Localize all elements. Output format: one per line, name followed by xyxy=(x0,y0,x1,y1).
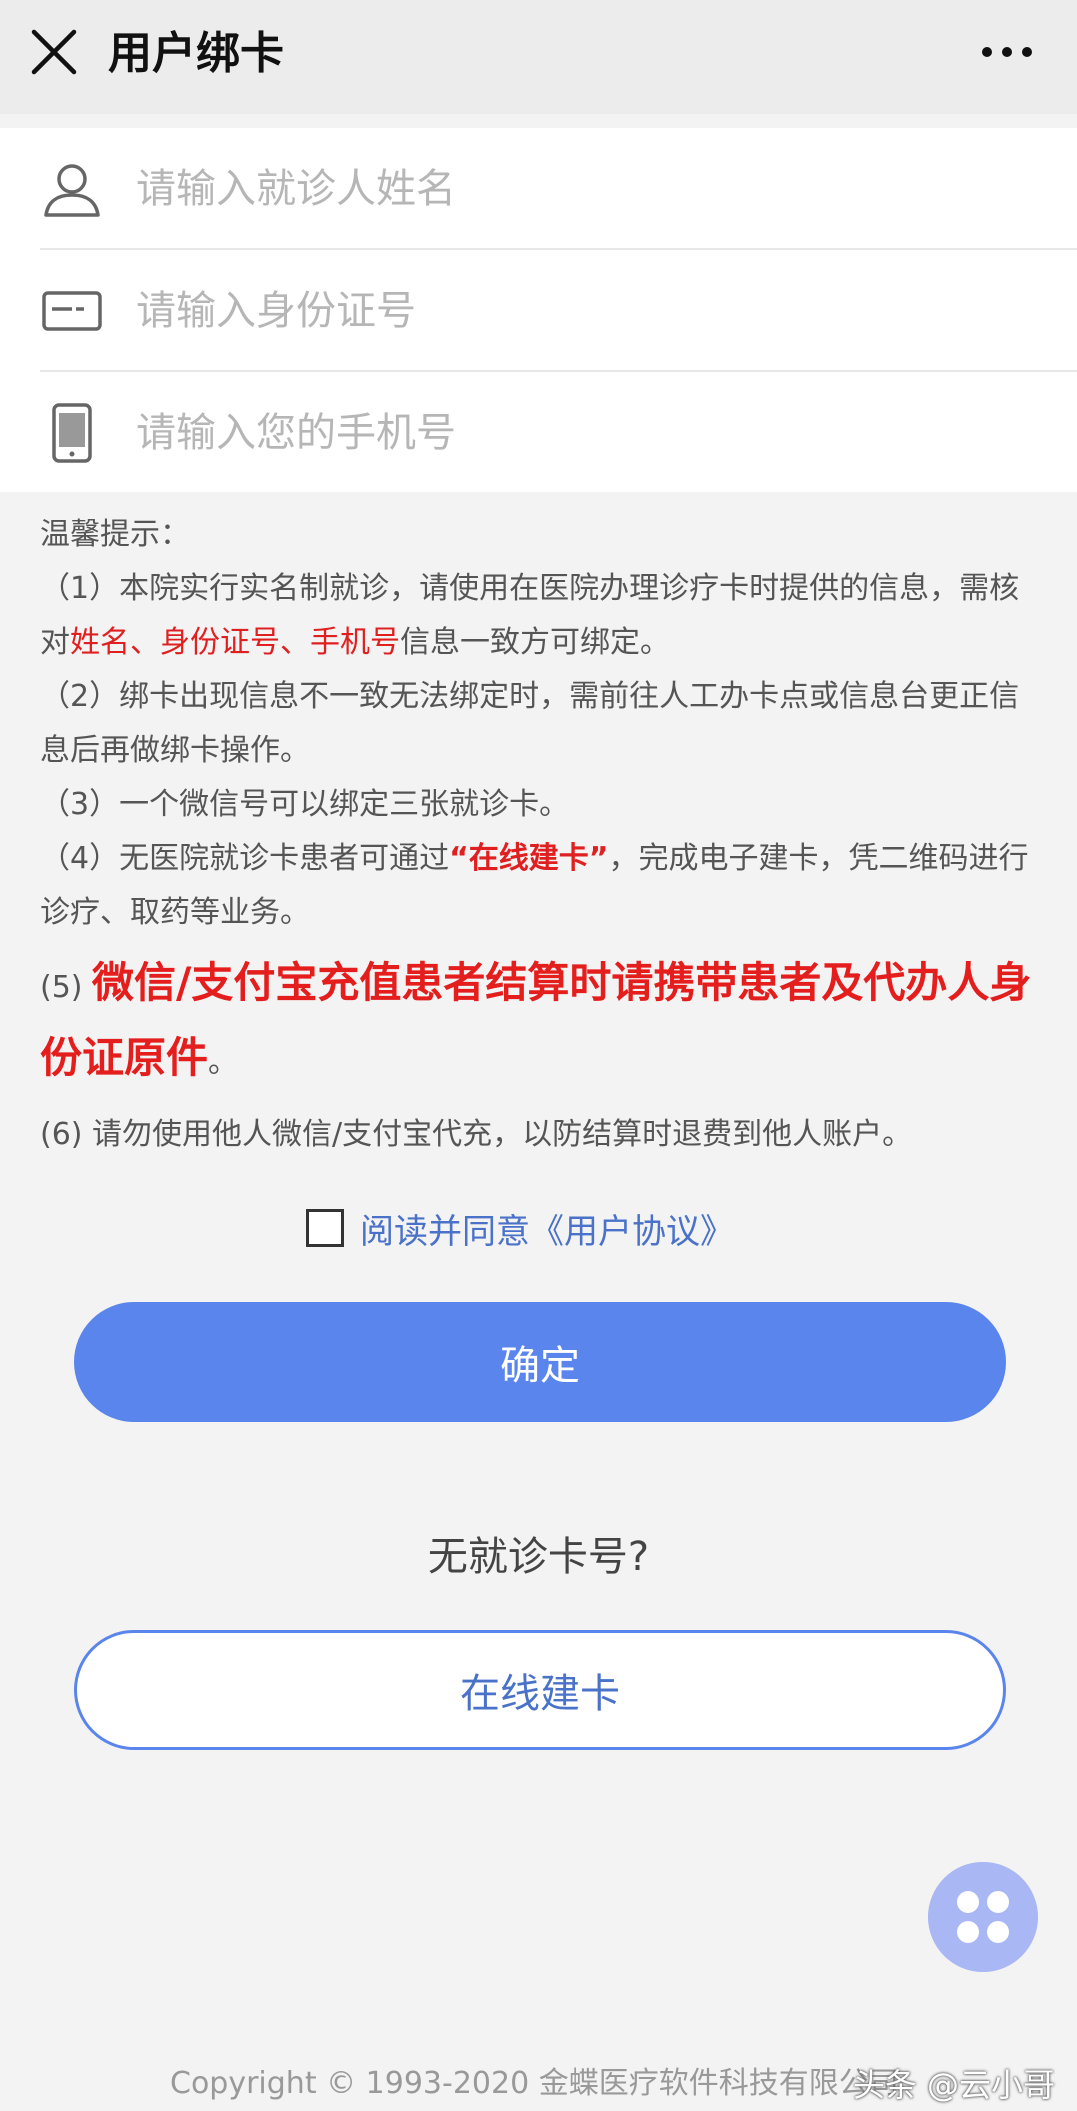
tips-heading: 温馨提示： xyxy=(40,517,190,552)
phone-icon xyxy=(52,403,92,463)
no-card-prompt: 无就诊卡号? xyxy=(427,1534,650,1580)
tip-highlight: 姓名、身份证号、手机号 xyxy=(70,625,400,660)
tip-item-6: (6) 请勿使用他人微信/支付宝代充，以防结算时退费到他人账户。 xyxy=(40,1117,913,1152)
tip-item-5: (5) 微信/支付宝充值患者结算时请携带患者及代办人身份证原件。 xyxy=(40,958,1032,1082)
tip-item-1: （1）本院实行实名制就诊，请使用在医院办理诊疗卡时提供的信息，需核对姓名、身份证… xyxy=(40,571,1020,660)
online-card-button[interactable]: 在线建卡 xyxy=(74,1630,1006,1750)
user-icon xyxy=(44,164,100,217)
id-row xyxy=(40,250,1077,372)
watermark: 头条 @云小哥 xyxy=(852,2066,1055,2104)
page-title: 用户绑卡 xyxy=(108,28,284,79)
copyright-text: Copyright © 1993-2020 金蝶医疗软件科技有限公司 xyxy=(170,2066,899,2101)
id-card-icon xyxy=(42,291,102,331)
phone-input[interactable] xyxy=(136,393,1077,473)
agreement-link[interactable]: 阅读并同意《用户协议》 xyxy=(360,1204,734,1253)
agreement-row: 阅读并同意《用户协议》 xyxy=(306,1200,734,1256)
tip-item-2: （2）绑卡出现信息不一致无法绑定时，需前往人工办卡点或信息台更正信息后再做绑卡操… xyxy=(40,679,1020,768)
close-icon[interactable] xyxy=(28,26,80,78)
bind-card-form xyxy=(0,128,1077,492)
more-icon[interactable] xyxy=(977,28,1037,76)
grid-icon[interactable] xyxy=(928,1862,1038,1972)
nav-bar: 用户绑卡 xyxy=(0,0,1077,114)
phone-row xyxy=(40,372,1077,494)
tip-item-4: （4）无医院就诊卡患者可通过“在线建卡”，完成电子建卡，凭二维码进行诊疗、取药等… xyxy=(40,841,1029,930)
agreement-checkbox[interactable] xyxy=(306,1209,344,1247)
tip-warning: 微信/支付宝充值患者结算时请携带患者及代办人身份证原件 xyxy=(40,958,1032,1082)
tip-highlight: “在线建卡” xyxy=(449,841,609,876)
tips-section: 温馨提示： （1）本院实行实名制就诊，请使用在医院办理诊疗卡时提供的信息，需核对… xyxy=(40,508,1040,1162)
tip-item-3: （3）一个微信号可以绑定三张就诊卡。 xyxy=(40,787,570,822)
confirm-button[interactable]: 确定 xyxy=(74,1302,1006,1422)
name-row xyxy=(40,128,1077,250)
id-number-input[interactable] xyxy=(136,271,1077,351)
patient-name-input[interactable] xyxy=(136,149,1077,229)
